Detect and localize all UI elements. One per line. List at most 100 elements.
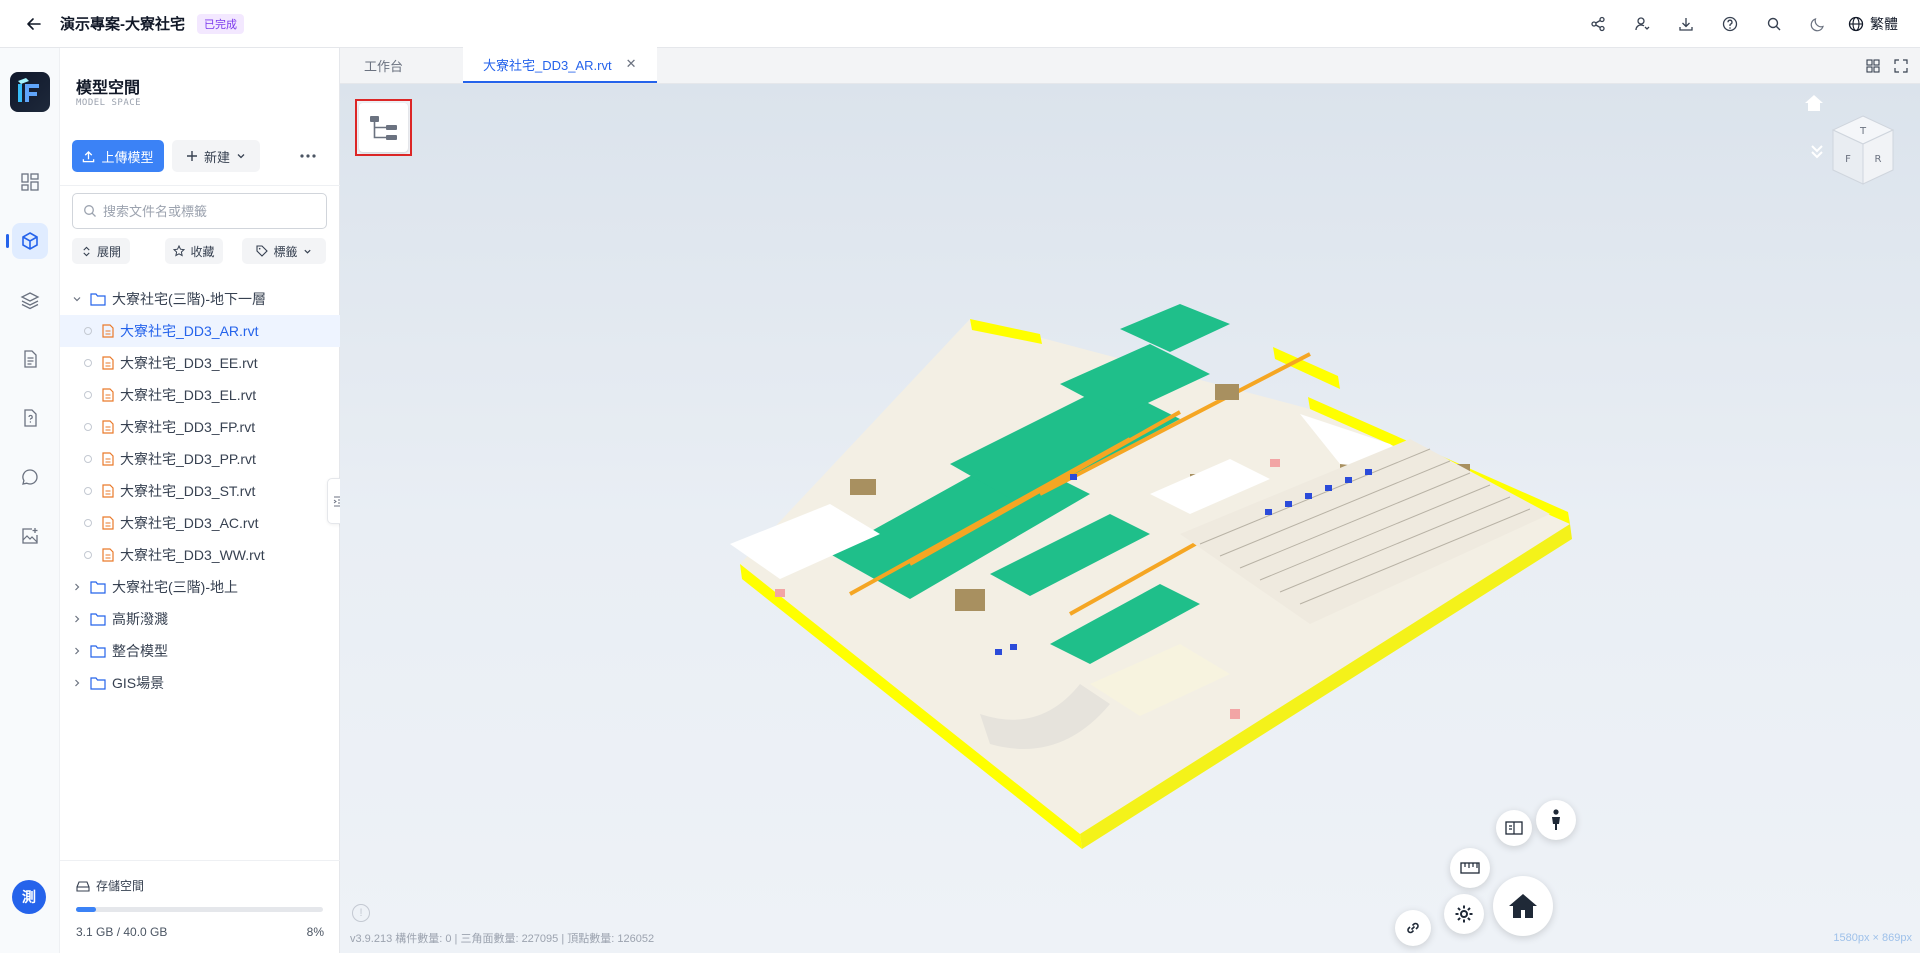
project-title: 演示專案-大寮社宅 xyxy=(60,16,185,33)
language-label: 繁體 xyxy=(1870,16,1898,32)
person-icon xyxy=(1552,809,1560,830)
tree-folder-gaussian[interactable]: 高斯潑濺 xyxy=(60,603,340,635)
more-options-button[interactable] xyxy=(292,140,324,172)
tree-folder-integrated[interactable]: 整合模型 xyxy=(60,635,340,667)
link-button[interactable] xyxy=(1395,910,1431,946)
file-icon xyxy=(102,452,114,466)
panel-title: 模型空間 xyxy=(76,80,141,97)
tree-folder-label: GIS場景 xyxy=(112,675,165,691)
file-icon xyxy=(102,420,114,434)
tag-icon xyxy=(256,245,269,257)
settings-button[interactable] xyxy=(1444,894,1484,934)
active-indicator xyxy=(6,234,9,248)
cube-face-right[interactable]: R xyxy=(1875,154,1882,165)
first-person-button[interactable] xyxy=(1536,800,1576,840)
status-dot xyxy=(84,423,92,431)
back-button[interactable] xyxy=(22,12,46,36)
document-icon xyxy=(24,350,37,368)
home-fab-button[interactable] xyxy=(1493,876,1553,936)
file-tree: 大寮社宅(三階)-地下一層 大寮社宅_DD3_AR.rvt 大寮社宅_DD3_E… xyxy=(60,283,340,699)
tree-folder-label: 大寮社宅(三階)-地下一層 xyxy=(112,291,266,307)
model-tree-button[interactable] xyxy=(355,99,412,156)
chevron-right-icon[interactable] xyxy=(70,614,84,624)
user-avatar[interactable]: 測 xyxy=(12,880,46,914)
chevron-down-icon[interactable] xyxy=(70,294,84,304)
upload-model-button[interactable]: 上傳模型 xyxy=(72,140,164,172)
favorite-label: 收藏 xyxy=(190,244,215,259)
rail-model-space[interactable] xyxy=(12,223,48,259)
search-icon xyxy=(1767,17,1781,31)
rail-questions[interactable] xyxy=(12,400,48,436)
tree-file-pp[interactable]: 大寮社宅_DD3_PP.rvt xyxy=(60,443,340,475)
status-dot xyxy=(84,519,92,527)
chevron-right-icon[interactable] xyxy=(70,678,84,688)
favorite-filter-button[interactable]: 收藏 xyxy=(165,238,223,264)
tab-bar: 工作台 大寮社宅_DD3_AR.rvt ✕ xyxy=(340,47,1920,84)
building-model-render[interactable] xyxy=(710,264,1620,864)
split-view-icon[interactable] xyxy=(1866,59,1880,73)
home-view-button[interactable] xyxy=(1804,94,1824,115)
rail-messages[interactable] xyxy=(12,459,48,495)
tree-file-ar[interactable]: 大寮社宅_DD3_AR.rvt xyxy=(60,315,340,347)
search-field[interactable] xyxy=(72,193,327,229)
share-button[interactable] xyxy=(1576,0,1620,48)
tags-filter-button[interactable]: 標籤 xyxy=(242,238,326,264)
storage-percent: 8% xyxy=(306,925,324,939)
view-options-button[interactable] xyxy=(1810,144,1824,163)
status-dot xyxy=(84,455,92,463)
cube-face-top[interactable]: T xyxy=(1859,126,1867,137)
chevron-right-icon[interactable] xyxy=(70,646,84,656)
tree-folder-above-ground[interactable]: 大寮社宅(三階)-地上 xyxy=(60,571,340,603)
view-cube[interactable]: T F R xyxy=(1830,114,1896,189)
language-selector[interactable]: 繁體 xyxy=(1848,14,1898,34)
file-icon xyxy=(102,516,114,530)
folder-icon xyxy=(90,644,106,658)
home-icon xyxy=(1509,894,1537,918)
status-badge: 已完成 xyxy=(197,13,244,34)
tree-file-ee[interactable]: 大寮社宅_DD3_EE.rvt xyxy=(60,347,340,379)
members-button[interactable] xyxy=(1620,0,1664,48)
section-box-button[interactable] xyxy=(1496,810,1532,846)
rail-documents[interactable] xyxy=(12,341,48,377)
tab-model-file[interactable]: 大寮社宅_DD3_AR.rvt ✕ xyxy=(463,47,657,83)
rail-layers[interactable] xyxy=(12,282,48,318)
new-label: 新建 xyxy=(203,149,230,165)
tree-file-st[interactable]: 大寮社宅_DD3_ST.rvt xyxy=(60,475,340,507)
search-icon xyxy=(84,205,96,217)
tree-file-ww[interactable]: 大寮社宅_DD3_WW.rvt xyxy=(60,539,340,571)
fullscreen-icon[interactable] xyxy=(1894,59,1908,73)
search-input[interactable] xyxy=(103,203,303,219)
search-button[interactable] xyxy=(1752,0,1796,48)
tree-file-ac[interactable]: 大寮社宅_DD3_AC.rvt xyxy=(60,507,340,539)
cube-face-front[interactable]: F xyxy=(1845,154,1851,165)
download-button[interactable] xyxy=(1664,0,1708,48)
share-icon xyxy=(1591,16,1605,32)
chevrons-down-icon xyxy=(1811,145,1823,159)
tree-file-el[interactable]: 大寮社宅_DD3_EL.rvt xyxy=(60,379,340,411)
folder-icon xyxy=(90,676,106,690)
dashboard-icon xyxy=(21,173,39,191)
plus-icon xyxy=(186,151,197,161)
expand-filter-button[interactable]: 展開 xyxy=(72,238,130,264)
theme-toggle-button[interactable] xyxy=(1796,0,1840,48)
upload-icon xyxy=(83,150,95,162)
rail-dashboard[interactable] xyxy=(12,164,48,200)
chevron-right-icon[interactable] xyxy=(70,582,84,592)
file-icon xyxy=(102,324,114,338)
rail-gallery[interactable] xyxy=(12,518,48,554)
model-viewport[interactable]: T F R ! v3.9.213 構件數量: 0 | 三角面數量: 227095… xyxy=(340,84,1920,953)
measure-button[interactable] xyxy=(1450,848,1490,888)
tree-file-label: 大寮社宅_DD3_FP.rvt xyxy=(120,419,256,435)
close-icon[interactable]: ✕ xyxy=(626,56,637,72)
new-button[interactable]: 新建 xyxy=(172,140,260,172)
tab-workbench[interactable]: 工作台 xyxy=(340,47,427,83)
help-button[interactable] xyxy=(1708,0,1752,48)
tree-folder-label: 整合模型 xyxy=(112,643,168,659)
tree-folder-gis[interactable]: GIS場景 xyxy=(60,667,340,699)
tree-file-fp[interactable]: 大寮社宅_DD3_FP.rvt xyxy=(60,411,340,443)
tree-folder-basement[interactable]: 大寮社宅(三階)-地下一層 xyxy=(60,283,340,315)
tree-file-label: 大寮社宅_DD3_AC.rvt xyxy=(120,515,259,531)
info-icon[interactable]: ! xyxy=(352,904,370,922)
folder-icon xyxy=(90,292,106,306)
status-dot xyxy=(84,487,92,495)
